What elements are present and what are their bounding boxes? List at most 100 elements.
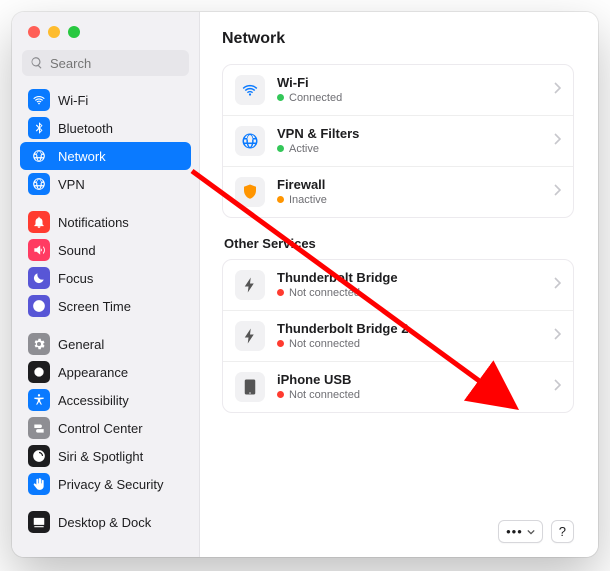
zoom-window-button[interactable]	[68, 26, 80, 38]
sidebar-item-label: Siri & Spotlight	[58, 449, 143, 464]
sidebar-list: Wi-Fi Bluetooth Network VPN Notifications Sou…	[12, 86, 199, 557]
search-field[interactable]	[22, 50, 189, 76]
status-dot	[277, 289, 284, 296]
sidebar-item-focus[interactable]: Focus	[20, 264, 191, 292]
ellipsis-icon: •••	[506, 524, 523, 539]
service-title: iPhone USB	[277, 373, 541, 388]
service-title: VPN & Filters	[277, 127, 541, 142]
globe-icon	[235, 126, 265, 156]
siri-icon	[28, 445, 50, 467]
window-controls	[12, 12, 199, 38]
sidebar-item-label: General	[58, 337, 104, 352]
sidebar-item-siri-spotlight[interactable]: Siri & Spotlight	[20, 442, 191, 470]
globe-icon	[28, 173, 50, 195]
service-status: Not connected	[277, 287, 541, 300]
timer-icon	[28, 295, 50, 317]
sidebar-item-appearance[interactable]: Appearance	[20, 358, 191, 386]
sidebar-item-screen-time[interactable]: Screen Time	[20, 292, 191, 320]
hand-icon	[28, 473, 50, 495]
sidebar-item-control-center[interactable]: Control Center	[20, 414, 191, 442]
sound-icon	[28, 239, 50, 261]
sidebar-item-label: Bluetooth	[58, 121, 113, 136]
main-panel: Network Wi-FiConnectedVPN & FiltersActiv…	[200, 12, 598, 557]
sidebar-item-label: Privacy & Security	[58, 477, 163, 492]
status-dot	[277, 196, 284, 203]
appear-icon	[28, 361, 50, 383]
chevron-right-icon	[553, 276, 561, 294]
sidebar-item-accessibility[interactable]: Accessibility	[20, 386, 191, 414]
moon-icon	[28, 267, 50, 289]
chevron-right-icon	[553, 183, 561, 201]
sidebar-item-sound[interactable]: Sound	[20, 236, 191, 264]
other-services-group: Thunderbolt BridgeNot connectedThunderbo…	[222, 259, 574, 413]
wifi-icon	[28, 89, 50, 111]
chevron-right-icon	[553, 378, 561, 396]
service-status: Connected	[277, 92, 541, 105]
system-settings-window: Wi-Fi Bluetooth Network VPN Notifications Sou…	[12, 12, 598, 557]
shield-icon	[235, 177, 265, 207]
sidebar-item-label: VPN	[58, 177, 85, 192]
wifi-icon	[235, 75, 265, 105]
page-title: Network	[222, 30, 574, 48]
sidebar-item-vpn[interactable]: VPN	[20, 170, 191, 198]
chevron-right-icon	[553, 81, 561, 99]
status-dot	[277, 391, 284, 398]
service-status: Active	[277, 143, 541, 156]
bolt-icon	[235, 321, 265, 351]
service-title: Thunderbolt Bridge 2	[277, 322, 541, 337]
switches-icon	[28, 417, 50, 439]
chevron-right-icon	[553, 132, 561, 150]
status-dot	[277, 94, 284, 101]
service-status: Inactive	[277, 194, 541, 207]
sidebar-item-label: Screen Time	[58, 299, 131, 314]
sidebar-item-label: Control Center	[58, 421, 143, 436]
sidebar-item-label: Focus	[58, 271, 93, 286]
sidebar-item-general[interactable]: General	[20, 330, 191, 358]
sidebar-item-wi-fi[interactable]: Wi-Fi	[20, 86, 191, 114]
service-title: Wi-Fi	[277, 76, 541, 91]
sidebar-item-notifications[interactable]: Notifications	[20, 208, 191, 236]
sidebar: Wi-Fi Bluetooth Network VPN Notifications Sou…	[12, 12, 200, 557]
close-window-button[interactable]	[28, 26, 40, 38]
status-dot	[277, 145, 284, 152]
chevron-down-icon	[527, 529, 535, 535]
service-row-iphone-usb[interactable]: iPhone USBNot connected	[223, 361, 573, 412]
bolt-icon	[235, 270, 265, 300]
minimize-window-button[interactable]	[48, 26, 60, 38]
service-row-thunderbolt-bridge-2[interactable]: Thunderbolt Bridge 2Not connected	[223, 310, 573, 361]
service-title: Thunderbolt Bridge	[277, 271, 541, 286]
sidebar-item-label: Notifications	[58, 215, 129, 230]
primary-services-group: Wi-FiConnectedVPN & FiltersActiveFirewal…	[222, 64, 574, 218]
sidebar-item-label: Network	[58, 149, 106, 164]
sidebar-item-desktop-dock[interactable]: Desktop & Dock	[20, 508, 191, 536]
sidebar-item-network[interactable]: Network	[20, 142, 191, 170]
sidebar-item-label: Appearance	[58, 365, 128, 380]
sidebar-item-privacy-security[interactable]: Privacy & Security	[20, 470, 191, 498]
globe-icon	[28, 145, 50, 167]
search-wrap	[12, 38, 199, 86]
search-input[interactable]	[50, 56, 181, 71]
help-icon: ?	[559, 524, 566, 539]
bluetooth-icon	[28, 117, 50, 139]
service-row-firewall[interactable]: FirewallInactive	[223, 166, 573, 217]
access-icon	[28, 389, 50, 411]
sidebar-item-label: Desktop & Dock	[58, 515, 151, 530]
service-title: Firewall	[277, 178, 541, 193]
sidebar-item-label: Wi-Fi	[58, 93, 88, 108]
service-row-wi-fi[interactable]: Wi-FiConnected	[223, 65, 573, 115]
status-dot	[277, 340, 284, 347]
search-icon	[30, 56, 44, 70]
chevron-right-icon	[553, 327, 561, 345]
more-options-button[interactable]: •••	[498, 520, 543, 543]
bell-icon	[28, 211, 50, 233]
sidebar-item-label: Accessibility	[58, 393, 129, 408]
service-status: Not connected	[277, 338, 541, 351]
sidebar-item-label: Sound	[58, 243, 96, 258]
phone-icon	[235, 372, 265, 402]
help-button[interactable]: ?	[551, 520, 574, 543]
sidebar-item-bluetooth[interactable]: Bluetooth	[20, 114, 191, 142]
dock-icon	[28, 511, 50, 533]
service-row-thunderbolt-bridge[interactable]: Thunderbolt BridgeNot connected	[223, 260, 573, 310]
service-row-vpn-filters[interactable]: VPN & FiltersActive	[223, 115, 573, 166]
other-services-label: Other Services	[224, 236, 574, 251]
